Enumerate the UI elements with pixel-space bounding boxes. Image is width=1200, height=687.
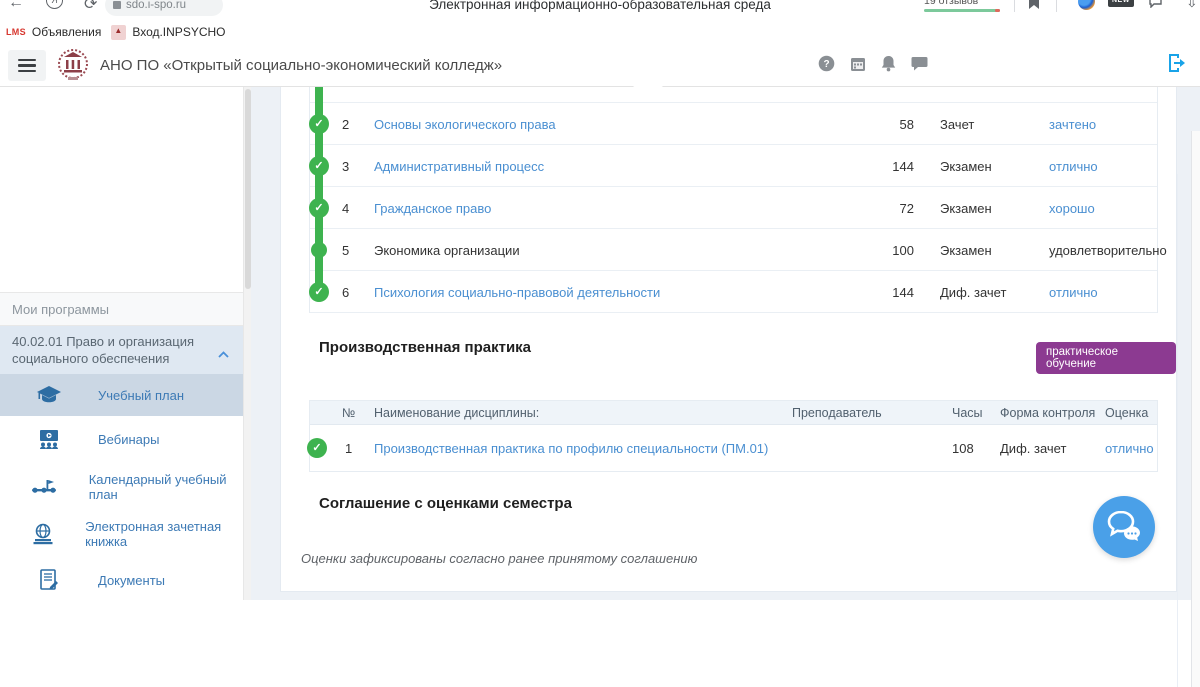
section-title-practice: Производственная практика (319, 339, 531, 356)
support-chat-button[interactable] (1093, 496, 1155, 558)
globe-book-icon (0, 523, 85, 545)
completed-check-icon: ✓ (309, 198, 329, 218)
college-logo (56, 47, 90, 88)
calendar-icon[interactable] (850, 56, 866, 77)
table-row: ✓ 2 Основы экологического права 58 Зачет… (310, 103, 1157, 145)
notifications-bell-icon[interactable] (881, 55, 896, 77)
sidebar-item-webinars[interactable]: Вебинары (0, 416, 243, 463)
completed-check-icon: ✓ (307, 438, 327, 458)
download-icon[interactable]: ⇩ (1186, 0, 1198, 11)
sidebar-section-header: Мои программы (0, 292, 243, 326)
grade-link[interactable]: зачтено (1049, 117, 1096, 132)
logout-button[interactable] (1166, 52, 1190, 77)
help-icon[interactable]: ? (818, 55, 835, 77)
messages-icon[interactable] (911, 56, 928, 76)
sidebar-item-curriculum[interactable]: Учебный план (0, 374, 243, 416)
agreement-note: Оценки зафиксированы согласно ранее прин… (301, 551, 697, 566)
timeline-flag-icon (0, 478, 89, 496)
completed-check-icon: ✓ (309, 282, 329, 302)
lms-favicon: LMS (6, 27, 26, 37)
semester-table: ✓ 2 Основы экологического права 58 Зачет… (309, 87, 1158, 313)
reviews-text: 19 отзывов (924, 0, 1004, 7)
app-header: АНО ПО «Открытый социально-экономический… (0, 44, 1200, 87)
practice-badge: практическое обучение (1036, 342, 1176, 374)
chat-bubbles-icon (1105, 510, 1143, 544)
webinar-screen-icon (0, 429, 98, 450)
document-pen-icon (0, 569, 98, 593)
browser-topbar: ← Я ⟳ sdo.i-spo.ru Электронная информаци… (0, 0, 1200, 20)
table-row: ✓ 1 Производственная практика по профилю… (310, 425, 1157, 471)
bookmark-item-login[interactable]: Вход.INPSYCHO (111, 25, 225, 40)
table-row: ✓ 3 Административный процесс 144 Экзамен… (310, 145, 1157, 187)
table-row: ✓ 4 Гражданское право 72 Экзамен хорошо (310, 187, 1157, 229)
discipline-name: Экономика организации (374, 243, 520, 258)
table-header-row: № Наименование дисциплины: Преподаватель… (310, 401, 1157, 425)
content-card: ✓ 2 Основы экологического права 58 Зачет… (280, 87, 1177, 592)
completed-check-icon: ✓ (309, 156, 329, 176)
grade-link[interactable]: хорошо (1049, 201, 1095, 216)
svg-text:?: ? (823, 59, 829, 70)
sidebar-scrollbar-thumb[interactable] (245, 89, 251, 289)
college-favicon (111, 25, 126, 40)
menu-toggle-button[interactable] (8, 50, 46, 81)
reviews-extension-badge[interactable]: 19 отзывов (924, 0, 1004, 12)
toolbar-divider (1056, 0, 1057, 12)
discipline-link[interactable]: Основы экологического права (374, 117, 556, 132)
toolbar-divider (1014, 0, 1015, 12)
content-edge-line (1177, 174, 1178, 687)
chevron-up-icon (218, 345, 229, 363)
table-row: ✓ 6 Психология социально-правовой деятел… (310, 271, 1157, 313)
graduation-cap-icon (0, 385, 98, 405)
completed-check-icon: ✓ (309, 114, 329, 134)
sidebar: Мои программы 40.02.01 Право и организац… (0, 87, 251, 600)
table-row: 5 Экономика организации 100 Экзамен удов… (310, 229, 1157, 271)
sidebar-scrollbar[interactable] (243, 87, 251, 600)
grade-link[interactable]: отлично (1105, 441, 1154, 456)
page-title: Электронная информационно-образовательна… (0, 0, 1200, 12)
practice-table: № Наименование дисциплины: Преподаватель… (309, 400, 1158, 472)
browser-scrollbar[interactable] (1191, 131, 1200, 687)
bookmark-item-announcements[interactable]: LMS Объявления (6, 25, 101, 39)
sidebar-item-documents[interactable]: Документы (0, 557, 243, 604)
discipline-link[interactable]: Психология социально-правовой деятельнос… (374, 285, 660, 300)
org-title: АНО ПО «Открытый социально-экономический… (100, 57, 502, 74)
bookmarks-bar: LMS Объявления Вход.INPSYCHO (0, 20, 1200, 44)
discipline-link[interactable]: Гражданское право (374, 201, 491, 216)
section-title-agreement: Соглашение с оценками семестра (319, 495, 572, 512)
grade-text: удовлетворительно (1049, 243, 1167, 258)
sidebar-program-toggle[interactable]: 40.02.01 Право и организация социального… (0, 326, 243, 374)
bookmark-icon[interactable] (1028, 0, 1040, 14)
sidebar-panel-icon[interactable] (1148, 0, 1163, 13)
sidebar-item-calendar-plan[interactable]: Календарный учебный план (0, 463, 243, 510)
grade-link[interactable]: отлично (1049, 159, 1098, 174)
current-step-dot-icon (311, 242, 327, 258)
reviews-rating-bar (924, 9, 1000, 12)
sidebar-item-gradebook[interactable]: Электронная зачетная книжка (0, 510, 243, 557)
table-row-cut (310, 87, 1157, 103)
practice-discipline-link[interactable]: Производственная практика по профилю спе… (374, 441, 768, 456)
grade-link[interactable]: отлично (1049, 285, 1098, 300)
page-background: Мои программы 40.02.01 Право и организац… (0, 87, 1200, 600)
discipline-link[interactable]: Административный процесс (374, 159, 544, 174)
new-extension-badge[interactable]: NEW (1108, 0, 1134, 7)
